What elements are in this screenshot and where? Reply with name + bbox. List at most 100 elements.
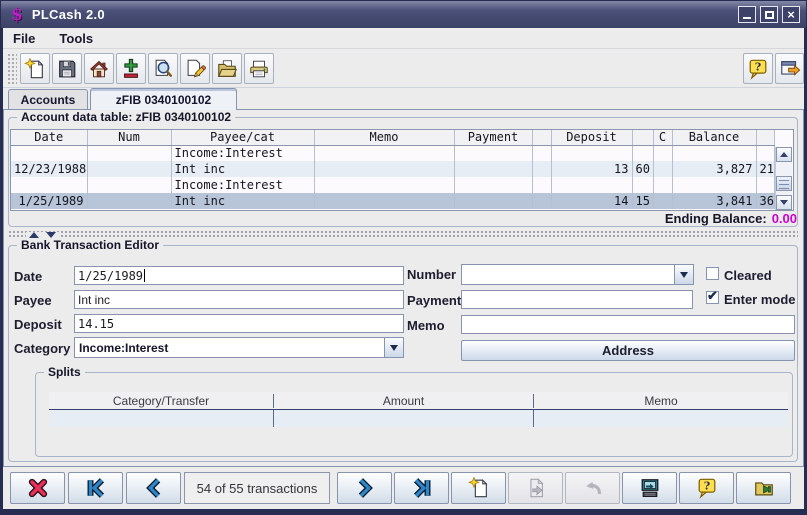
cell-balance-cents[interactable]: 36 [756,193,774,209]
tab-accounts[interactable]: Accounts [8,89,88,110]
cell-memo[interactable] [314,161,454,177]
help-button-bottom[interactable] [679,472,734,504]
cell-payment[interactable] [454,161,532,177]
splits-col-memo[interactable]: Memo [534,394,788,408]
cell-memo[interactable] [314,177,454,193]
cell-memo[interactable] [314,145,454,161]
scroll-up-button[interactable] [776,147,792,162]
number-combobox[interactable] [461,264,694,285]
maximize-button[interactable] [760,6,778,23]
splits-col-category[interactable]: Category/Transfer [49,394,274,408]
enter-mode-checkbox[interactable]: ✔ [706,291,719,304]
cell-payee[interactable]: Int inc [171,193,314,209]
payment-field[interactable] [461,290,693,309]
cell-deposit-cents[interactable] [632,177,653,193]
cell-memo[interactable] [314,193,454,209]
cell-balance-cents[interactable] [756,145,774,161]
cell-payee[interactable]: Int inc [171,161,314,177]
col-header-cleared[interactable]: C [653,130,672,145]
menu-tools[interactable]: Tools [47,31,105,46]
menu-file[interactable]: File [3,31,47,46]
help-button[interactable] [743,53,773,84]
cell-payment-cents[interactable] [532,145,551,161]
col-header-payee-cat[interactable]: Payee/cat [171,130,314,145]
cell-balance[interactable]: 3,841 [672,193,756,209]
exit-button[interactable] [775,53,804,84]
cell-payment[interactable] [454,193,532,209]
cell-payee[interactable]: Income:Interest [171,145,314,161]
table-row[interactable]: Income:Interest [11,145,774,161]
last-transaction-button[interactable] [394,472,449,504]
cell-payment[interactable] [454,145,532,161]
cell-balance[interactable] [672,177,756,193]
delete-transaction-button[interactable] [10,472,65,504]
vertical-scrollbar[interactable] [775,147,792,210]
col-header-num[interactable]: Num [87,130,171,145]
category-combobox[interactable]: Income:Interest [74,337,404,358]
cell-cleared[interactable] [653,161,672,177]
cell-deposit-cents[interactable]: 60 [632,161,653,177]
minimize-button[interactable] [738,6,756,23]
cell-payment-cents[interactable] [532,161,551,177]
cell-cleared[interactable] [653,193,672,209]
close-account-button[interactable] [736,472,791,504]
close-button[interactable]: × [782,6,800,23]
cell-payment[interactable] [454,177,532,193]
memo-field[interactable] [461,315,795,334]
number-dropdown-button[interactable] [674,265,693,284]
open-file-button[interactable] [212,53,242,84]
cell-date[interactable]: 12/23/1988 [11,161,87,177]
cell-deposit[interactable]: 14 [551,193,632,209]
post-transaction-button[interactable] [508,472,563,504]
col-header-balance[interactable]: Balance [672,130,756,145]
table-row[interactable]: 12/23/1988 Int inc 13 60 3,827 21 [11,161,774,177]
col-header-payment[interactable]: Payment [454,130,532,145]
cell-deposit-cents[interactable] [632,145,653,161]
toolbar-grip[interactable] [7,53,17,84]
save-button[interactable] [52,53,82,84]
cell-deposit-cents[interactable]: 15 [632,193,653,209]
table-row-selected[interactable]: 1/25/1989 Int inc 14 15 3,841 36 [11,193,774,209]
cell-cleared[interactable] [653,145,672,161]
payee-field[interactable]: Int inc [74,290,404,309]
cell-payee[interactable]: Income:Interest [171,177,314,193]
col-header-date[interactable]: Date [11,130,87,145]
splits-col-amount[interactable]: Amount [274,394,534,408]
col-header-payment-cents[interactable] [532,130,551,145]
print-button[interactable] [244,53,274,84]
cell-num[interactable] [87,177,171,193]
cell-deposit[interactable] [551,145,632,161]
add-remove-account-button[interactable] [116,53,146,84]
cell-payment-cents[interactable] [532,193,551,209]
cell-date[interactable] [11,177,87,193]
home-accounts-button[interactable] [84,53,114,84]
calculator-button[interactable] [622,472,677,504]
titlebar[interactable]: $ PLCash 2.0 × [1,1,806,28]
cell-payment-cents[interactable] [532,177,551,193]
find-button[interactable] [148,53,178,84]
cell-cleared[interactable] [653,177,672,193]
table-row[interactable]: Income:Interest [11,177,774,193]
new-file-button[interactable] [20,53,50,84]
deposit-field[interactable]: 14.15 [74,314,404,333]
col-header-memo[interactable]: Memo [314,130,454,145]
scroll-down-button[interactable] [776,195,792,210]
date-field[interactable]: 1/25/1989 [74,266,404,285]
edit-button[interactable] [180,53,210,84]
new-transaction-button[interactable] [451,472,506,504]
category-dropdown-button[interactable] [384,338,403,357]
undo-button[interactable] [565,472,620,504]
cell-balance[interactable] [672,145,756,161]
cell-deposit[interactable] [551,177,632,193]
col-header-deposit[interactable]: Deposit [551,130,632,145]
scrollbar-thumb[interactable] [776,176,792,191]
tab-account-zfib[interactable]: zFIB 0340100102 [90,88,237,110]
next-transaction-button[interactable] [337,472,392,504]
cell-num[interactable] [87,193,171,209]
cell-date[interactable] [11,145,87,161]
cell-balance[interactable]: 3,827 [672,161,756,177]
previous-transaction-button[interactable] [126,472,181,504]
cell-balance-cents[interactable]: 21 [756,161,774,177]
cell-deposit[interactable]: 13 [551,161,632,177]
cell-date[interactable]: 1/25/1989 [11,193,87,209]
